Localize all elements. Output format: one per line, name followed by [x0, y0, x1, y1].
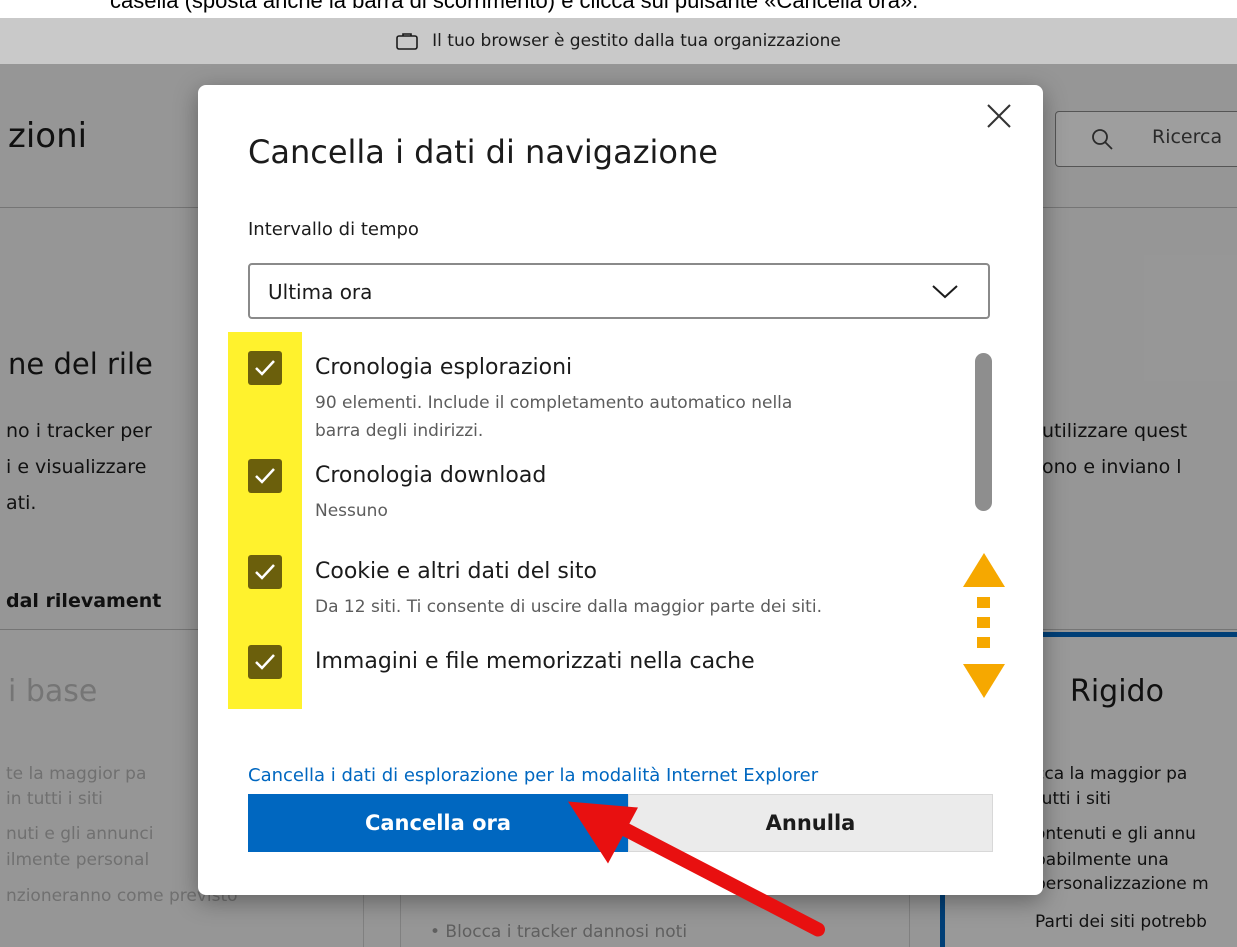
cookies-desc: Da 12 siti. Ti consente di uscire dalla …	[315, 597, 822, 617]
cookies-title: Cookie e altri dati del sito	[315, 559, 598, 584]
cache-title: Immagini e file memorizzati nella cache	[315, 649, 755, 674]
time-range-value: Ultima ora	[268, 280, 373, 304]
briefcase-icon	[396, 32, 418, 50]
cookies-checkbox[interactable]	[248, 555, 282, 589]
dialog-title: Cancella i dati di navigazione	[248, 133, 718, 171]
download-history-checkbox[interactable]	[248, 459, 282, 493]
check-icon	[255, 564, 275, 580]
history-title: Cronologia esplorazioni	[315, 355, 573, 380]
scroll-down-arrow-annotation	[963, 664, 1005, 698]
history-checkbox[interactable]	[248, 351, 282, 385]
scroll-up-arrow-annotation	[963, 553, 1005, 587]
time-range-select[interactable]: Ultima ora	[248, 263, 990, 319]
check-icon	[255, 360, 275, 376]
time-range-label: Intervallo di tempo	[248, 219, 419, 240]
cache-checkbox[interactable]	[248, 645, 282, 679]
ie-mode-clear-link[interactable]: Cancella i dati di esplorazione per la m…	[248, 765, 818, 786]
tutorial-caption-text: casella (sposta anche la barra di scorri…	[110, 0, 919, 13]
dotted-line-annotation	[977, 617, 990, 628]
clear-browsing-data-dialog: Cancella i dati di navigazione Intervall…	[198, 85, 1043, 895]
scrollbar-thumb[interactable]	[975, 353, 992, 511]
red-arrow-annotation	[568, 801, 825, 937]
download-history-desc: Nessuno	[315, 501, 388, 521]
history-desc-line: barra degli indirizzi.	[315, 421, 484, 441]
history-desc: 90 elementi. Include il completamento au…	[315, 389, 792, 445]
close-icon[interactable]	[984, 101, 1014, 131]
dotted-line-annotation	[977, 597, 990, 608]
history-desc-line: 90 elementi. Include il completamento au…	[315, 393, 793, 413]
managed-browser-bar: Il tuo browser è gestito dalla tua organ…	[0, 18, 1237, 64]
tutorial-caption: casella (sposta anche la barra di scorri…	[0, 0, 1237, 18]
check-icon	[255, 468, 275, 484]
dotted-line-annotation	[977, 637, 990, 648]
chevron-down-icon	[932, 285, 958, 299]
download-history-title: Cronologia download	[315, 463, 547, 488]
check-icon	[255, 654, 275, 670]
managed-browser-text: Il tuo browser è gestito dalla tua organ…	[432, 31, 841, 51]
